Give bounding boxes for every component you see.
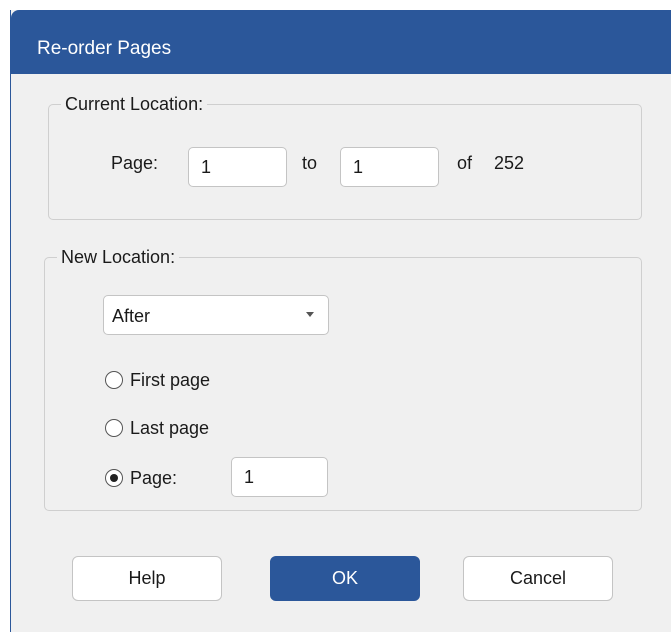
target-page-input[interactable] — [231, 457, 328, 497]
radio-circle[interactable] — [105, 419, 123, 437]
chevron-down-icon — [306, 312, 314, 317]
radio-last-page[interactable]: Last page — [105, 416, 255, 440]
from-page-input[interactable] — [188, 147, 287, 187]
of-label: of — [457, 153, 473, 173]
ok-button[interactable]: OK — [270, 556, 420, 601]
radio-first-page[interactable]: First page — [105, 368, 255, 392]
current-page-label: Page: — [111, 153, 159, 173]
new-location-legend: New Location: — [57, 245, 180, 269]
radio-circle-selected[interactable] — [105, 469, 123, 487]
help-button[interactable]: Help — [72, 556, 222, 601]
radio-page[interactable]: Page: — [105, 466, 215, 490]
dialog-title-bar[interactable]: Re-order Pages — [11, 10, 671, 74]
to-label: to — [302, 153, 318, 173]
radio-page-label: Page: — [130, 468, 178, 488]
cancel-button[interactable]: Cancel — [463, 556, 613, 601]
total-pages-value: 252 — [494, 153, 525, 173]
radio-circle[interactable] — [105, 371, 123, 389]
reorder-pages-dialog: Re-order Pages Current Location: Page: t… — [10, 10, 671, 632]
current-location-group: Current Location: Page: to of 252 — [48, 92, 642, 220]
to-page-input[interactable] — [340, 147, 439, 187]
radio-selected-dot — [110, 474, 118, 482]
new-location-group: New Location: After First page Last page… — [44, 245, 642, 511]
radio-last-page-label: Last page — [130, 418, 210, 438]
radio-first-page-label: First page — [130, 370, 211, 390]
dialog-title: Re-order Pages — [37, 38, 172, 59]
position-select[interactable]: After — [103, 295, 329, 335]
current-location-legend: Current Location: — [61, 92, 208, 116]
position-select-value: After — [112, 306, 151, 326]
